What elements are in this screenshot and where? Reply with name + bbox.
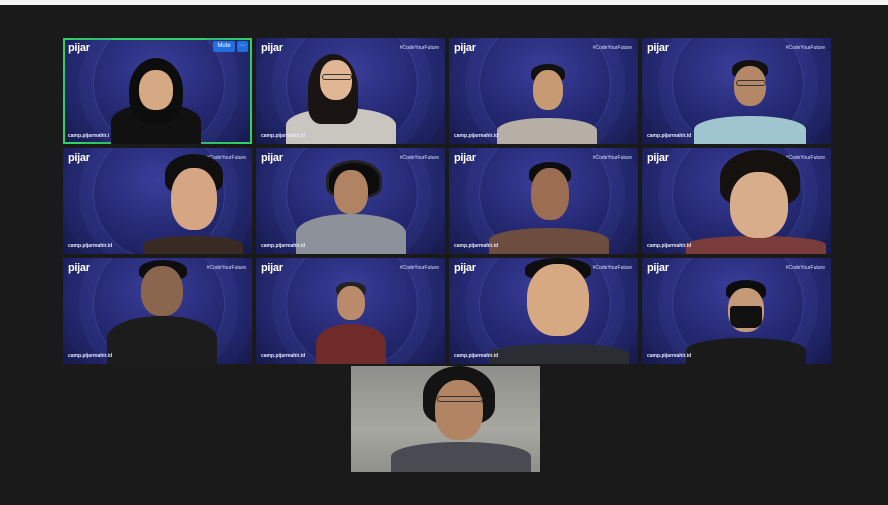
- pijar-logo: pijar: [68, 262, 90, 274]
- tile-url-text: camp.pijarmahir.id: [454, 133, 499, 139]
- participant-video: [296, 160, 406, 254]
- participant-video: [686, 150, 826, 254]
- pijar-logo: pijar: [261, 262, 283, 274]
- pijar-logo: pijar: [647, 152, 669, 164]
- tile-url-text: camp.pijarmahir.id: [68, 243, 113, 249]
- participant-video: [286, 48, 396, 144]
- hashtag-text: #CodeYourFuture: [399, 45, 439, 51]
- top-window-strip: [0, 0, 888, 5]
- pijar-logo: pijar: [454, 152, 476, 164]
- pijar-logo: pijar: [647, 42, 669, 54]
- hashtag-text: #CodeYourFuture: [785, 265, 825, 271]
- participant-tile-3[interactable]: pijar #CodeYourFuture camp.pijarmahir.id: [449, 38, 638, 144]
- participant-tile-11[interactable]: pijar #CodeYourFuture camp.pijarmahir.id: [449, 258, 638, 364]
- tile-url-text: camp.pijarmahir.id: [454, 353, 499, 359]
- participant-video: [694, 60, 806, 144]
- glasses: [322, 74, 352, 80]
- glasses: [437, 396, 483, 402]
- participant-tile-13[interactable]: [351, 366, 540, 472]
- participant-video: [497, 64, 597, 144]
- participant-tile-4[interactable]: pijar #CodeYourFuture camp.pijarmahir.id: [642, 38, 831, 144]
- tile-url-text: camp.pijarmahir.id: [261, 353, 306, 359]
- tile-url-text: camp.pijarmahir.i: [68, 133, 110, 139]
- tile-url-text: camp.pijarmahir.id: [647, 243, 692, 249]
- hashtag-text: #CodeYourFuture: [785, 45, 825, 51]
- participant-video: [107, 260, 217, 364]
- hashtag-text: #CodeYourFuture: [592, 155, 632, 161]
- participant-tile-7[interactable]: pijar #CodeYourFuture camp.pijarmahir.id: [449, 148, 638, 254]
- face-mask: [730, 306, 762, 328]
- hashtag-text: #CodeYourFuture: [399, 265, 439, 271]
- tile-url-text: camp.pijarmahir.id: [454, 243, 499, 249]
- tile-url-text: camp.pijarmahir.id: [647, 353, 692, 359]
- participant-tile-6[interactable]: pijar #CodeYourFuture camp.pijarmahir.id: [256, 148, 445, 254]
- participant-video: [489, 162, 609, 254]
- participant-video: [143, 154, 243, 254]
- pijar-logo: pijar: [454, 42, 476, 54]
- participant-tile-8[interactable]: pijar #CodeYourFuture camp.pijarmahir.id: [642, 148, 831, 254]
- participant-video: [111, 52, 201, 144]
- participant-tile-10[interactable]: pijar #CodeYourFuture camp.pijarmahir.id: [256, 258, 445, 364]
- participant-tile-5[interactable]: pijar #CodeYourFuture camp.pijarmahir.id: [63, 148, 252, 254]
- pijar-logo: pijar: [454, 262, 476, 274]
- participant-tile-12[interactable]: pijar #CodeYourFuture camp.pijarmahir.id: [642, 258, 831, 364]
- pijar-logo: pijar: [261, 42, 283, 54]
- participant-video: [686, 280, 806, 364]
- pijar-logo: pijar: [647, 262, 669, 274]
- participant-video: [489, 258, 629, 364]
- participant-tile-2[interactable]: pijar #CodeYourFuture camp.pijarmahir.id: [256, 38, 445, 144]
- participant-video: [391, 366, 531, 472]
- pijar-logo: pijar: [261, 152, 283, 164]
- participant-tile-9[interactable]: pijar #CodeYourFuture camp.pijarmahir.id: [63, 258, 252, 364]
- hashtag-text: #CodeYourFuture: [592, 45, 632, 51]
- pijar-logo: pijar: [68, 152, 90, 164]
- tile-url-text: camp.pijarmahir.id: [261, 133, 306, 139]
- video-gallery-grid: pijar Mute ··· camp.pijarmahir.i pijar #…: [63, 38, 831, 364]
- tile-url-text: camp.pijarmahir.id: [261, 243, 306, 249]
- glasses: [736, 80, 766, 86]
- more-options-button[interactable]: ···: [237, 41, 248, 52]
- tile-url-text: camp.pijarmahir.id: [68, 353, 113, 359]
- participant-tile-1[interactable]: pijar Mute ··· camp.pijarmahir.i: [63, 38, 252, 144]
- mute-button[interactable]: Mute: [213, 41, 235, 52]
- tile-url-text: camp.pijarmahir.id: [647, 133, 692, 139]
- participant-video: [316, 282, 386, 364]
- pijar-logo: pijar: [68, 42, 90, 54]
